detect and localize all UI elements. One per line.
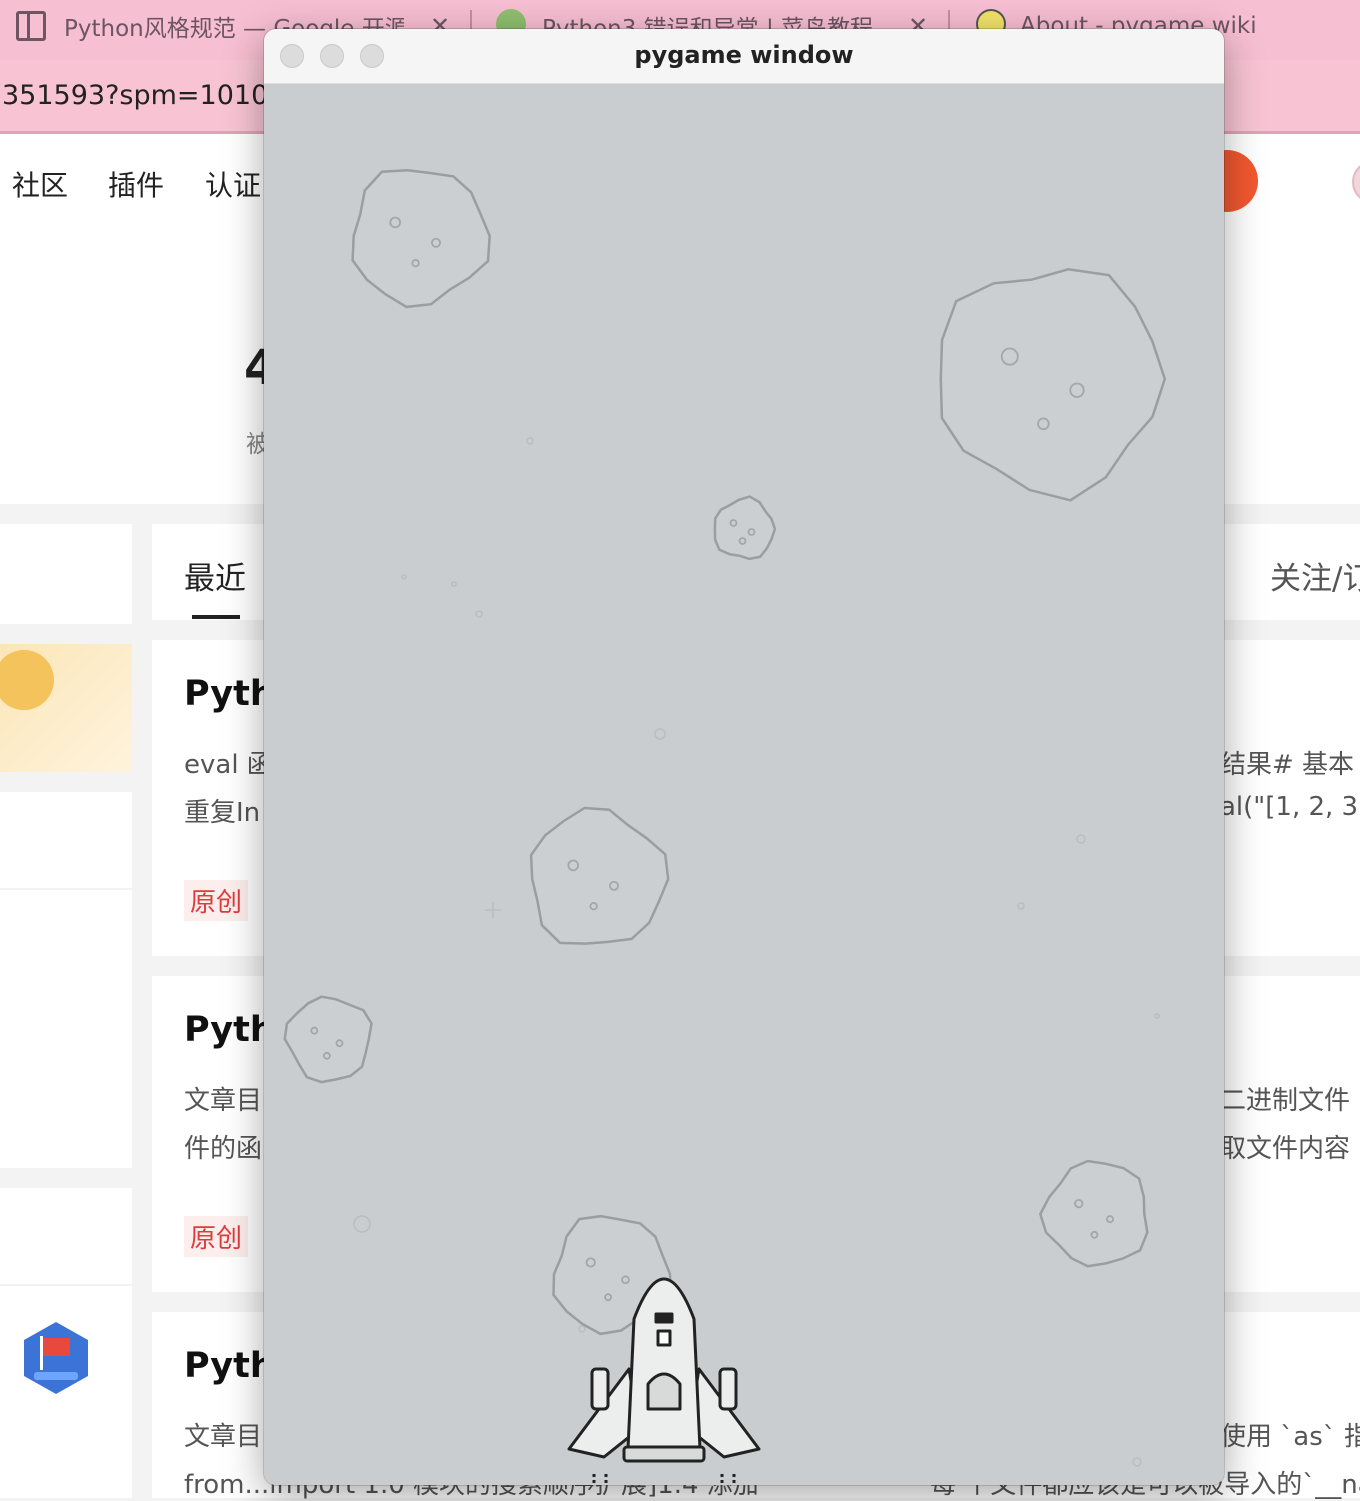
nav-item-community[interactable]: 社区 [12, 164, 68, 204]
tab-recent[interactable]: 最近 [184, 553, 246, 598]
tab-follow[interactable]: 关注/订 [1270, 553, 1360, 598]
asteroid-outline [939, 268, 1167, 502]
article-excerpt-right: 取文件内容 [1220, 1134, 1351, 1164]
space-dust [353, 437, 1160, 1467]
game-canvas[interactable] [264, 84, 1224, 1485]
article-title[interactable]: Pyth [184, 674, 275, 714]
asteroid-outline [351, 169, 491, 309]
window-titlebar[interactable]: pygame window [264, 29, 1224, 84]
address-bar-url: 351593?spm=1010.2 [2, 80, 295, 111]
nav-item-plugins[interactable]: 插件 [108, 164, 164, 204]
article-excerpt-right: al("[1, 2, 3, [1220, 792, 1360, 822]
asteroid-outline [1038, 1159, 1149, 1268]
article-excerpt-right: 使用 `as` 指 [1220, 1422, 1360, 1452]
side-card [0, 1188, 132, 1284]
active-tab-indicator [192, 615, 240, 619]
flag-hexagon-icon [24, 1322, 88, 1394]
article-title[interactable]: Pyth [184, 1010, 275, 1050]
article-excerpt: eval 函 [184, 750, 273, 780]
sidebar-toggle-icon[interactable] [16, 11, 46, 41]
original-badge: 原创 [184, 1216, 249, 1257]
nav-item-certification[interactable]: 认证 [205, 164, 261, 204]
asteroid-outline [529, 806, 670, 945]
article-title[interactable]: Pyth [184, 1346, 275, 1386]
original-badge: 原创 [184, 880, 249, 921]
article-excerpt: 文章目 [184, 1086, 263, 1116]
asteroid [529, 806, 670, 945]
side-card [0, 890, 132, 1168]
game-scene [283, 169, 1167, 1485]
asteroid-layer [283, 169, 1167, 1336]
asteroid-outline [283, 995, 373, 1084]
article-excerpt-right: 结果# 基本 [1220, 750, 1355, 780]
side-card [0, 524, 132, 624]
pygame-window: pygame window [264, 29, 1224, 1485]
asteroid-outline [713, 495, 777, 561]
asteroid [939, 268, 1167, 502]
window-title: pygame window [634, 41, 854, 69]
asteroid [283, 995, 373, 1084]
article-excerpt: 重复In [184, 798, 261, 828]
asteroid [351, 169, 491, 309]
asteroid [1038, 1159, 1149, 1268]
article-excerpt: 件的函 [184, 1134, 263, 1164]
article-excerpt: 文章目 [184, 1422, 263, 1452]
asteroid [713, 495, 777, 561]
side-card [0, 792, 132, 888]
article-excerpt-right: 二进制文件 [1220, 1086, 1351, 1116]
